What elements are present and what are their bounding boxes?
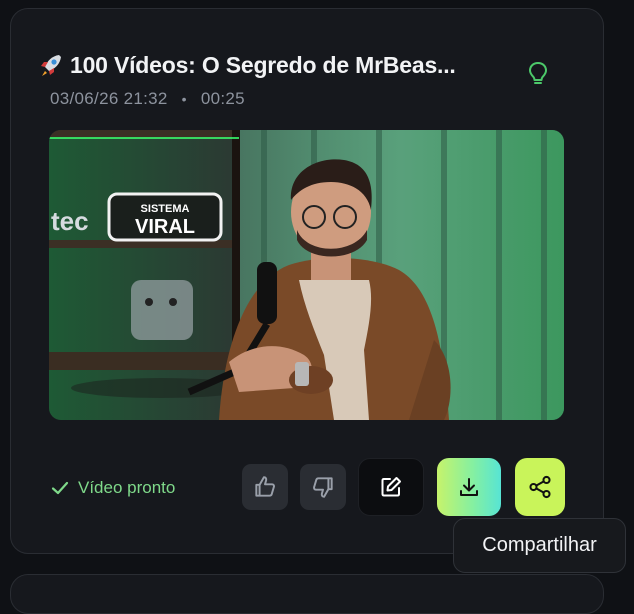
share-button[interactable] <box>515 458 565 516</box>
neon-sign-line1: SISTEMA <box>141 203 190 215</box>
video-date: 03/06/26 21:32 <box>50 89 168 108</box>
video-title: 100 Vídeos: O Segredo de MrBeas... <box>70 51 456 78</box>
check-icon <box>51 481 69 495</box>
tooltip-text: Compartilhar <box>482 534 597 556</box>
thumbs-down-icon <box>313 477 333 498</box>
status-label: Vídeo pronto <box>78 478 176 497</box>
video-duration: 00:25 <box>200 89 245 108</box>
video-thumbnail[interactable]: tec SISTEMA VIRAL <box>49 130 564 420</box>
dislike-button[interactable] <box>300 464 346 510</box>
share-icon <box>529 475 551 499</box>
wall-text: tec <box>51 206 89 236</box>
card-header: 100 Vídeos: O Segredo de MrBeas... <box>38 48 558 82</box>
download-button[interactable] <box>437 458 501 516</box>
meta-separator: • <box>181 91 187 107</box>
lightbulb-icon[interactable] <box>526 60 550 88</box>
edit-button[interactable] <box>358 458 424 516</box>
download-icon <box>460 478 478 496</box>
video-frame: tec SISTEMA VIRAL <box>49 130 564 420</box>
next-video-card <box>10 574 604 614</box>
share-tooltip: Compartilhar <box>453 518 626 573</box>
edit-icon <box>381 477 401 497</box>
rocket-icon <box>41 55 61 76</box>
like-button[interactable] <box>242 464 288 510</box>
thumbs-up-icon <box>255 476 275 497</box>
neon-sign-line2: VIRAL <box>135 216 195 238</box>
video-meta: 03/06/26 21:32 • 00:25 <box>50 88 245 110</box>
status-indicator: Vídeo pronto <box>50 476 175 500</box>
